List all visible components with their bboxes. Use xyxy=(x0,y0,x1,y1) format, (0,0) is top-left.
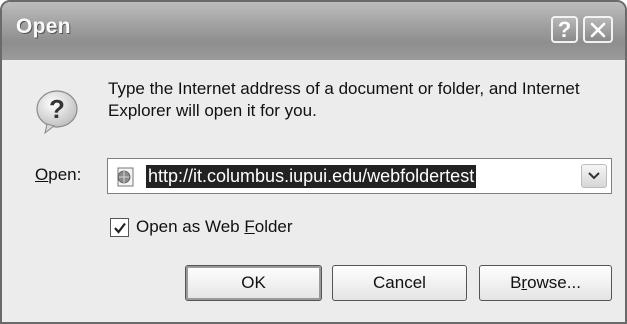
dialog-title: Open xyxy=(16,15,71,38)
help-icon: ? xyxy=(557,16,572,42)
web-folder-access-key: F xyxy=(244,217,255,236)
dialog-body: ? Type the Internet address of a documen… xyxy=(2,60,625,322)
open-label: Open: xyxy=(35,165,81,185)
open-dialog: Open ? ? Type the Internet address of a … xyxy=(0,0,627,324)
open-label-text: pen: xyxy=(48,165,82,184)
close-button[interactable] xyxy=(583,16,613,43)
ok-button[interactable]: OK xyxy=(185,265,322,301)
web-folder-label[interactable]: Open as Web Folder xyxy=(136,217,293,237)
cancel-label: Cancel xyxy=(373,273,426,292)
title-bar[interactable]: Open ? xyxy=(2,2,625,61)
question-icon: ? xyxy=(36,90,78,134)
svg-text:?: ? xyxy=(49,94,65,124)
browse-label: Browse... xyxy=(510,273,581,293)
help-button[interactable]: ? xyxy=(551,16,578,43)
address-combobox[interactable]: http://it.columbus.iupui.edu/webfolderte… xyxy=(107,158,612,194)
open-label-access-key: O xyxy=(35,165,49,184)
web-folder-checkbox[interactable] xyxy=(110,218,129,237)
web-folder-label-text: Open as Web xyxy=(136,217,245,236)
browse-label-start: B xyxy=(510,273,522,292)
address-input[interactable]: http://it.columbus.iupui.edu/webfolderte… xyxy=(146,165,477,188)
browse-button[interactable]: Browse... xyxy=(479,265,612,301)
cancel-button[interactable]: Cancel xyxy=(332,265,467,301)
close-icon xyxy=(590,22,606,37)
web-folder-label-rest: older xyxy=(254,217,293,236)
ok-label: OK xyxy=(241,273,266,292)
checkmark-icon xyxy=(113,222,126,234)
dropdown-button[interactable] xyxy=(581,164,607,188)
instruction-text: Type the Internet address of a document … xyxy=(108,79,580,120)
chevron-down-icon xyxy=(588,172,600,180)
page-icon xyxy=(117,167,134,187)
browse-label-end: owse... xyxy=(527,273,581,292)
